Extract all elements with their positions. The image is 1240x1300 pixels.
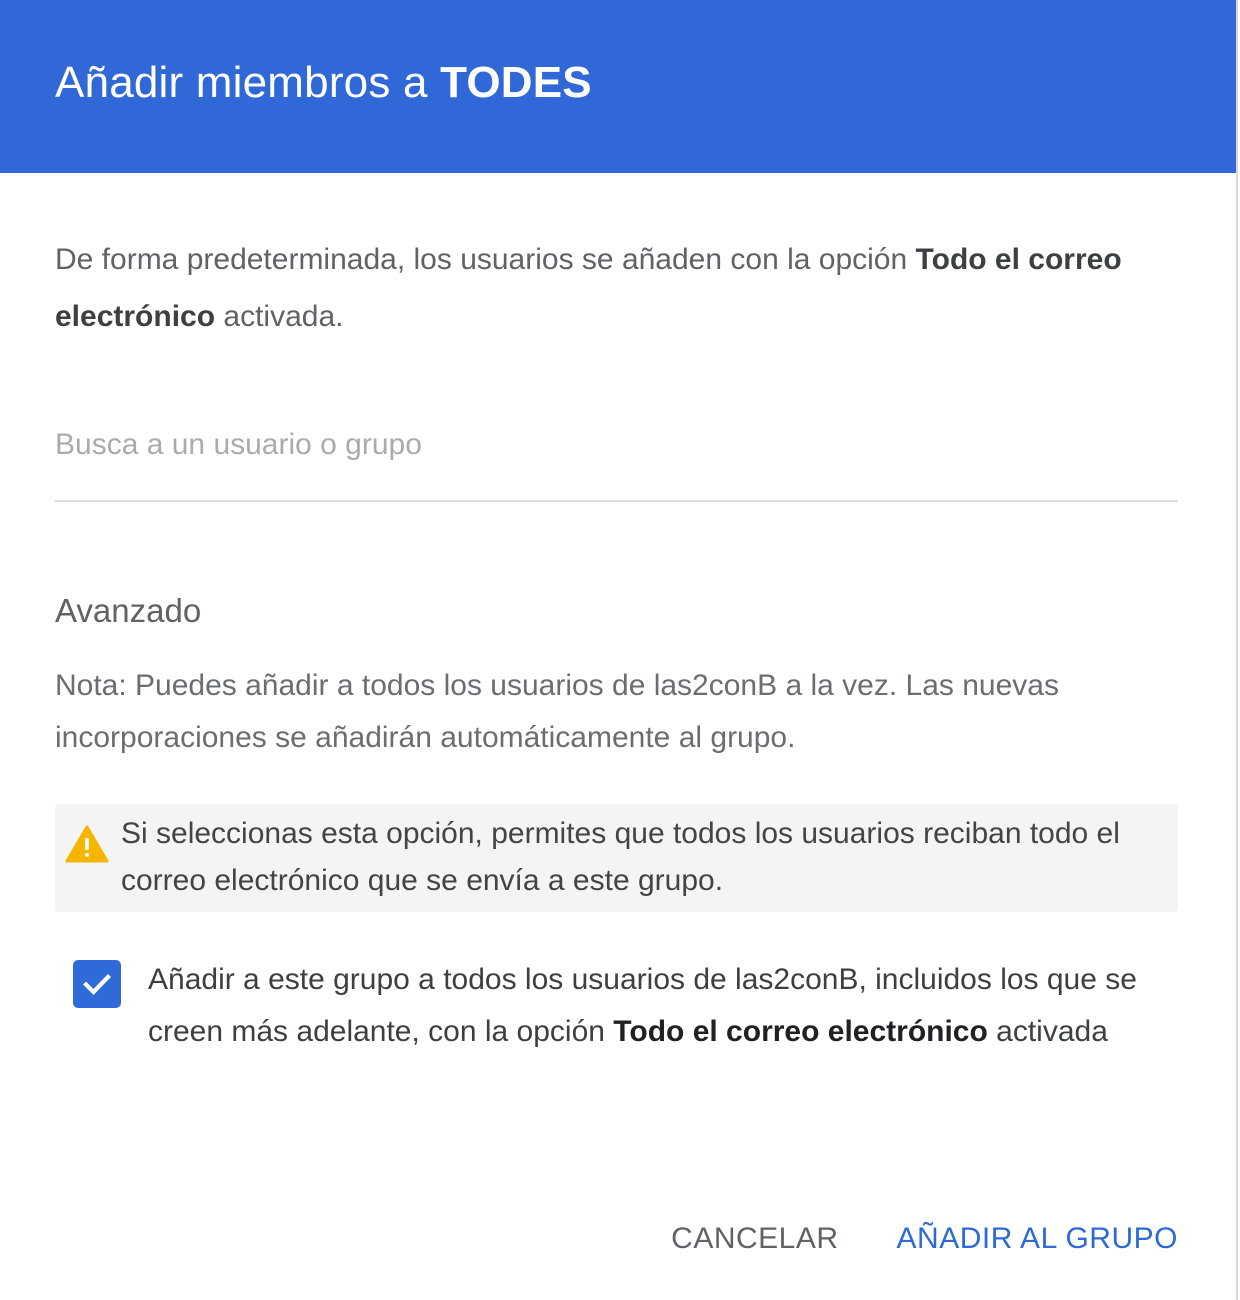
add-to-group-button[interactable]: AÑADIR AL GRUPO — [897, 1222, 1178, 1256]
intro-text-before: De forma predeterminada, los usuarios se… — [55, 243, 916, 276]
dialog-header: Añadir miembros a TODES — [0, 0, 1236, 173]
warning-text: Si seleccionas esta opción, permites que… — [121, 817, 1120, 897]
add-all-users-checkbox[interactable] — [73, 960, 121, 1008]
advanced-note: Nota: Puedes añadir a todos los usuarios… — [55, 669, 1059, 754]
add-members-dialog: Añadir miembros a TODES De forma predete… — [0, 0, 1238, 1300]
add-all-users-label: Añadir a este grupo a todos los usuarios… — [148, 954, 1178, 1058]
add-all-users-option: Añadir a este grupo a todos los usuarios… — [55, 954, 1178, 1058]
intro-text: De forma predeterminada, los usuarios se… — [55, 231, 1178, 345]
warning-icon — [65, 824, 109, 864]
advanced-title: Avanzado — [55, 592, 202, 629]
search-field — [55, 423, 1178, 502]
add-all-users-label-after: activada — [987, 1015, 1108, 1048]
checkmark-icon — [83, 974, 111, 995]
dialog-title-group: TODES — [440, 57, 592, 107]
dialog-title-prefix: Añadir miembros a — [55, 57, 441, 107]
search-input[interactable] — [55, 423, 1178, 467]
intro-text-after: activada. — [215, 300, 344, 333]
cancel-button[interactable]: CANCELAR — [671, 1222, 838, 1256]
warning-box: Si seleccionas esta opción, permites que… — [55, 804, 1178, 912]
dialog-title: Añadir miembros a TODES — [55, 58, 592, 108]
dialog-actions: CANCELAR AÑADIR AL GRUPO — [671, 1222, 1178, 1256]
add-all-users-label-bold: Todo el correo electrónico — [613, 1015, 988, 1048]
dialog-content: De forma predeterminada, los usuarios se… — [0, 231, 1236, 1058]
